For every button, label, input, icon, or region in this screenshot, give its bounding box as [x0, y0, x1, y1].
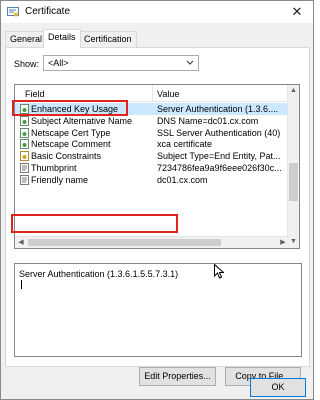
list-item[interactable]: Enhanced Key Usage Server Authentication…: [15, 103, 289, 115]
tab-general[interactable]: General: [5, 31, 48, 47]
field-value: Subject Type=End Entity, Pat...: [157, 151, 281, 162]
field-name: Basic Constraints: [31, 151, 102, 162]
field-value: SSL Server Authentication (40): [157, 127, 281, 138]
tab-details[interactable]: Details: [43, 29, 81, 48]
chevron-down-icon: [186, 60, 194, 65]
window-title: Certificate: [25, 6, 71, 17]
show-label: Show:: [14, 59, 40, 69]
title-bar: Certificate ✕: [1, 1, 313, 23]
field-value: xca certificate: [157, 139, 213, 150]
critical-extension-icon: [20, 151, 29, 162]
scroll-right-icon[interactable]: ▶: [277, 237, 289, 248]
mouse-pointer-icon: [214, 264, 224, 279]
field-name: Subject Alternative Name: [31, 115, 133, 126]
scroll-left-icon[interactable]: ◀: [15, 237, 27, 248]
certificate-extension-icon: [20, 139, 29, 150]
edit-properties-button[interactable]: Edit Properties...: [139, 367, 216, 386]
certificate-icon: [7, 7, 19, 17]
field-name: Netscape Cert Type: [31, 127, 111, 138]
field-value: Server Authentication (1.3.6....: [157, 104, 279, 114]
scroll-up-icon[interactable]: ▲: [288, 85, 299, 97]
close-icon[interactable]: ✕: [289, 4, 305, 20]
field-value: dc01.cx.com: [157, 174, 208, 185]
scrollbar-thumb[interactable]: [289, 163, 298, 201]
list-item[interactable]: Subject Alternative Name DNS Name=dc01.c…: [15, 115, 289, 127]
details-panel: Show: <All> Field Value Enhanced Key Usa…: [5, 47, 310, 386]
list-header: Field Value: [15, 85, 289, 102]
list-item[interactable]: Thumbprint 7234786fea9a9f6eee026f30c...: [15, 162, 289, 174]
field-name: Netscape Comment: [31, 139, 111, 150]
column-header-field[interactable]: Field: [25, 89, 45, 99]
column-divider[interactable]: [152, 85, 153, 102]
property-icon: [20, 174, 29, 185]
list-item[interactable]: Netscape Comment xca certificate: [15, 138, 289, 150]
scrollbar-thumb[interactable]: [28, 239, 221, 246]
show-dropdown-value: <All>: [48, 58, 69, 68]
field-value: DNS Name=dc01.cx.com: [157, 115, 259, 126]
field-name: Enhanced Key Usage: [31, 104, 119, 114]
field-list[interactable]: Field Value Enhanced Key Usage Server Au…: [14, 84, 300, 249]
certificate-extension-icon: [20, 127, 29, 138]
certificate-dialog: Certificate ✕ General Details Certificat…: [0, 0, 314, 400]
tab-certification-path[interactable]: Certification Path: [79, 31, 137, 58]
ok-button[interactable]: OK: [250, 378, 306, 397]
list-item[interactable]: Netscape Cert Type SSL Server Authentica…: [15, 127, 289, 139]
value-detail-text: Server Authentication (1.3.6.1.5.5.7.3.1…: [19, 269, 179, 279]
text-caret: [21, 280, 22, 289]
certificate-extension-icon: [20, 115, 29, 126]
field-name: Thumbprint: [31, 163, 77, 173]
field-name: Friendly name: [31, 174, 89, 185]
field-value: 7234786fea9a9f6eee026f30c...: [157, 163, 282, 173]
horizontal-scrollbar[interactable]: ◀ ▶: [15, 236, 289, 248]
column-header-value[interactable]: Value: [157, 89, 179, 99]
list-item[interactable]: Basic Constraints Subject Type=End Entit…: [15, 150, 289, 162]
list-item[interactable]: Friendly name dc01.cx.com: [15, 174, 289, 186]
value-detail-textbox[interactable]: Server Authentication (1.3.6.1.5.5.7.3.1…: [14, 263, 302, 357]
property-icon: [20, 163, 29, 173]
show-dropdown[interactable]: <All>: [43, 55, 199, 71]
certificate-extension-icon: [20, 104, 29, 114]
vertical-scrollbar[interactable]: ▲ ▼: [287, 85, 299, 248]
scroll-down-icon[interactable]: ▼: [288, 236, 299, 248]
